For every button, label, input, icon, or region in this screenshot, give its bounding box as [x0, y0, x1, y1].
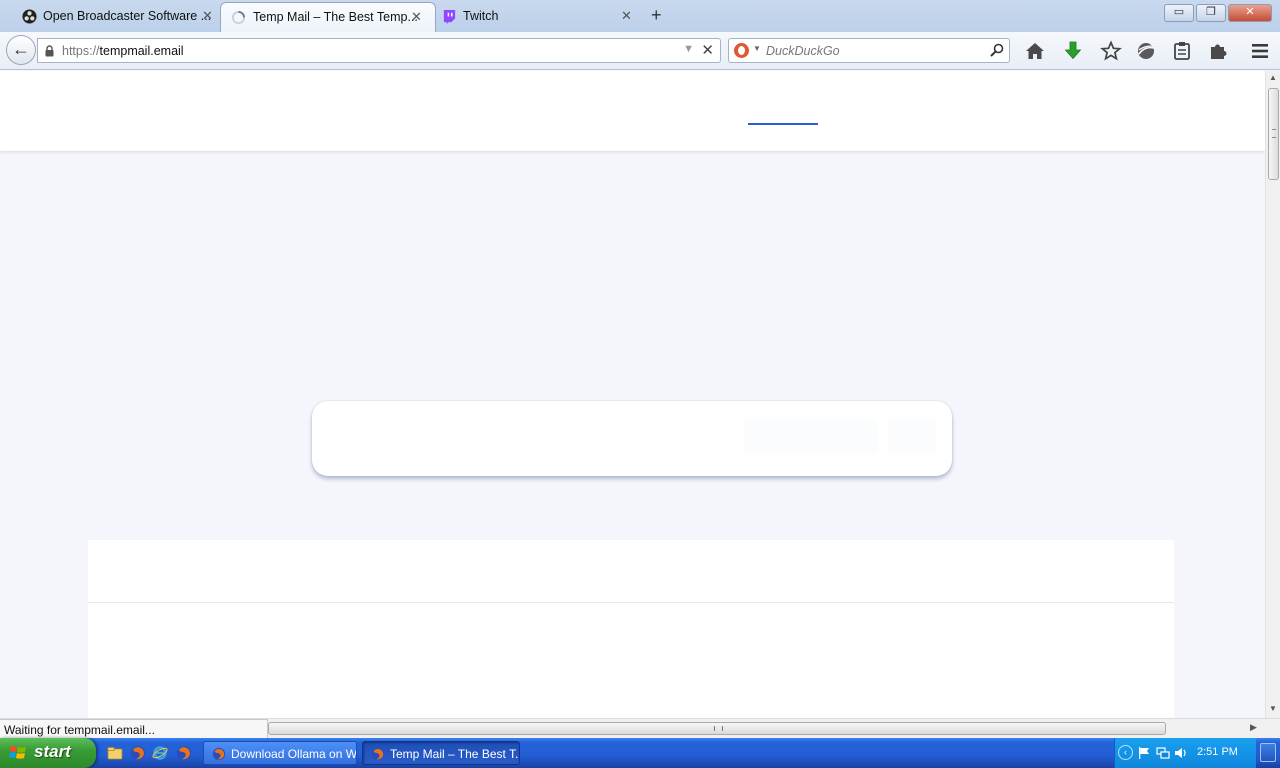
system-tray: ‹ 2:51 PM: [1114, 738, 1256, 768]
close-tab-icon[interactable]: ✕: [621, 8, 632, 24]
task-label: Temp Mail – The Best T...: [390, 747, 520, 761]
firefox-icon: [371, 747, 385, 761]
search-engine-dropdown-icon[interactable]: ▼: [753, 44, 761, 53]
bookmark-star-icon[interactable]: [1100, 40, 1122, 62]
ie-icon[interactable]: [152, 745, 168, 761]
stop-loading-icon[interactable]: ✕: [701, 41, 714, 59]
menu-hamburger-icon[interactable]: [1249, 40, 1271, 62]
minimize-button[interactable]: ▭: [1164, 4, 1194, 22]
addons-puzzle-icon[interactable]: [1207, 40, 1229, 62]
start-button[interactable]: start: [0, 738, 96, 768]
sync-icon[interactable]: [1135, 40, 1157, 62]
show-desktop-button[interactable]: [1260, 743, 1276, 762]
restore-button[interactable]: ❐: [1196, 4, 1226, 22]
reading-list-icon[interactable]: [1171, 40, 1193, 62]
scroll-right-arrow-icon[interactable]: ▶: [1250, 722, 1257, 733]
firefox-icon: [212, 747, 226, 761]
url-text[interactable]: https://tempmail.email: [62, 44, 184, 58]
flag-icon[interactable]: [1137, 746, 1151, 760]
network-icon[interactable]: [1156, 746, 1170, 760]
tab-label: Twitch: [463, 9, 499, 23]
inbox-panel: [88, 540, 1174, 718]
status-text: Waiting for tempmail.email...: [0, 719, 268, 738]
search-input[interactable]: [766, 44, 986, 58]
new-tab-button[interactable]: +: [651, 5, 662, 26]
firefox-icon[interactable]: [176, 745, 192, 761]
taskbar-item-ollama[interactable]: Download Ollama on W...: [203, 741, 357, 765]
back-button[interactable]: ←: [6, 35, 36, 65]
twitch-icon: [443, 9, 456, 24]
search-magnifier-icon[interactable]: [989, 42, 1005, 58]
clock[interactable]: 2:51 PM: [1197, 746, 1238, 758]
volume-icon[interactable]: [1174, 746, 1188, 760]
copy-button[interactable]: [744, 419, 878, 455]
url-history-dropdown-icon[interactable]: ▼: [683, 43, 694, 55]
explorer-icon[interactable]: [107, 745, 123, 761]
tab-label: Open Broadcaster Software ...: [43, 9, 212, 23]
temp-email-address-box[interactable]: [312, 401, 952, 476]
url-bar[interactable]: https://tempmail.email ▼ ✕: [37, 38, 721, 63]
refresh-button[interactable]: [888, 419, 936, 455]
download-icon[interactable]: [1062, 40, 1084, 62]
tab-temp-mail[interactable]: Temp Mail – The Best Temp... ✕: [220, 2, 436, 32]
scroll-up-arrow-icon[interactable]: ▲: [1269, 73, 1277, 82]
close-window-button[interactable]: ✕: [1228, 4, 1272, 22]
taskbar-item-temp-mail[interactable]: Temp Mail – The Best T...: [362, 741, 520, 765]
show-hidden-icons-button[interactable]: ‹: [1118, 745, 1133, 760]
tab-label: Temp Mail – The Best Temp...: [253, 10, 418, 24]
horizontal-scroll-thumb[interactable]: [268, 722, 1166, 735]
vertical-scroll-thumb[interactable]: [1268, 88, 1279, 180]
horizontal-scrollbar[interactable]: ▶ Waiting for tempmail.email...: [0, 718, 1280, 738]
inbox-header-divider: [88, 602, 1174, 603]
url-scheme: https://: [62, 44, 100, 58]
windows-logo-icon: [9, 746, 26, 759]
close-tab-icon[interactable]: ✕: [411, 9, 422, 25]
active-nav-underline: [748, 123, 818, 125]
window-controls: ▭ ❐ ✕: [1164, 4, 1272, 22]
firefox-icon[interactable]: [130, 745, 146, 761]
scroll-down-arrow-icon[interactable]: ▼: [1269, 704, 1277, 713]
tab-twitch[interactable]: Twitch ✕: [432, 2, 642, 32]
navigation-toolbar: https://tempmail.email ▼ ✕ ← ▼: [0, 32, 1280, 70]
loading-spinner-icon: [231, 10, 246, 25]
tab-strip: Open Broadcaster Software ... ✕ Temp Mai…: [0, 0, 1280, 32]
task-label: Download Ollama on W...: [231, 747, 357, 761]
tab-obs[interactable]: Open Broadcaster Software ... ✕: [0, 2, 222, 32]
page-viewport: [0, 71, 1265, 718]
taskbar: start Download Ollama on W... Temp Mail …: [0, 738, 1280, 768]
back-arrow-icon: ←: [12, 39, 30, 59]
duckduckgo-icon[interactable]: [734, 43, 749, 58]
vertical-scrollbar[interactable]: ▲ ▼: [1265, 71, 1280, 718]
search-bar[interactable]: ▼: [728, 38, 1010, 63]
site-header: [0, 71, 1265, 151]
close-tab-icon[interactable]: ✕: [202, 8, 213, 24]
lock-icon: [45, 45, 54, 57]
home-icon[interactable]: [1024, 40, 1046, 62]
start-label: start: [34, 742, 71, 761]
obs-icon: [22, 9, 37, 24]
url-host: tempmail.email: [99, 44, 184, 58]
